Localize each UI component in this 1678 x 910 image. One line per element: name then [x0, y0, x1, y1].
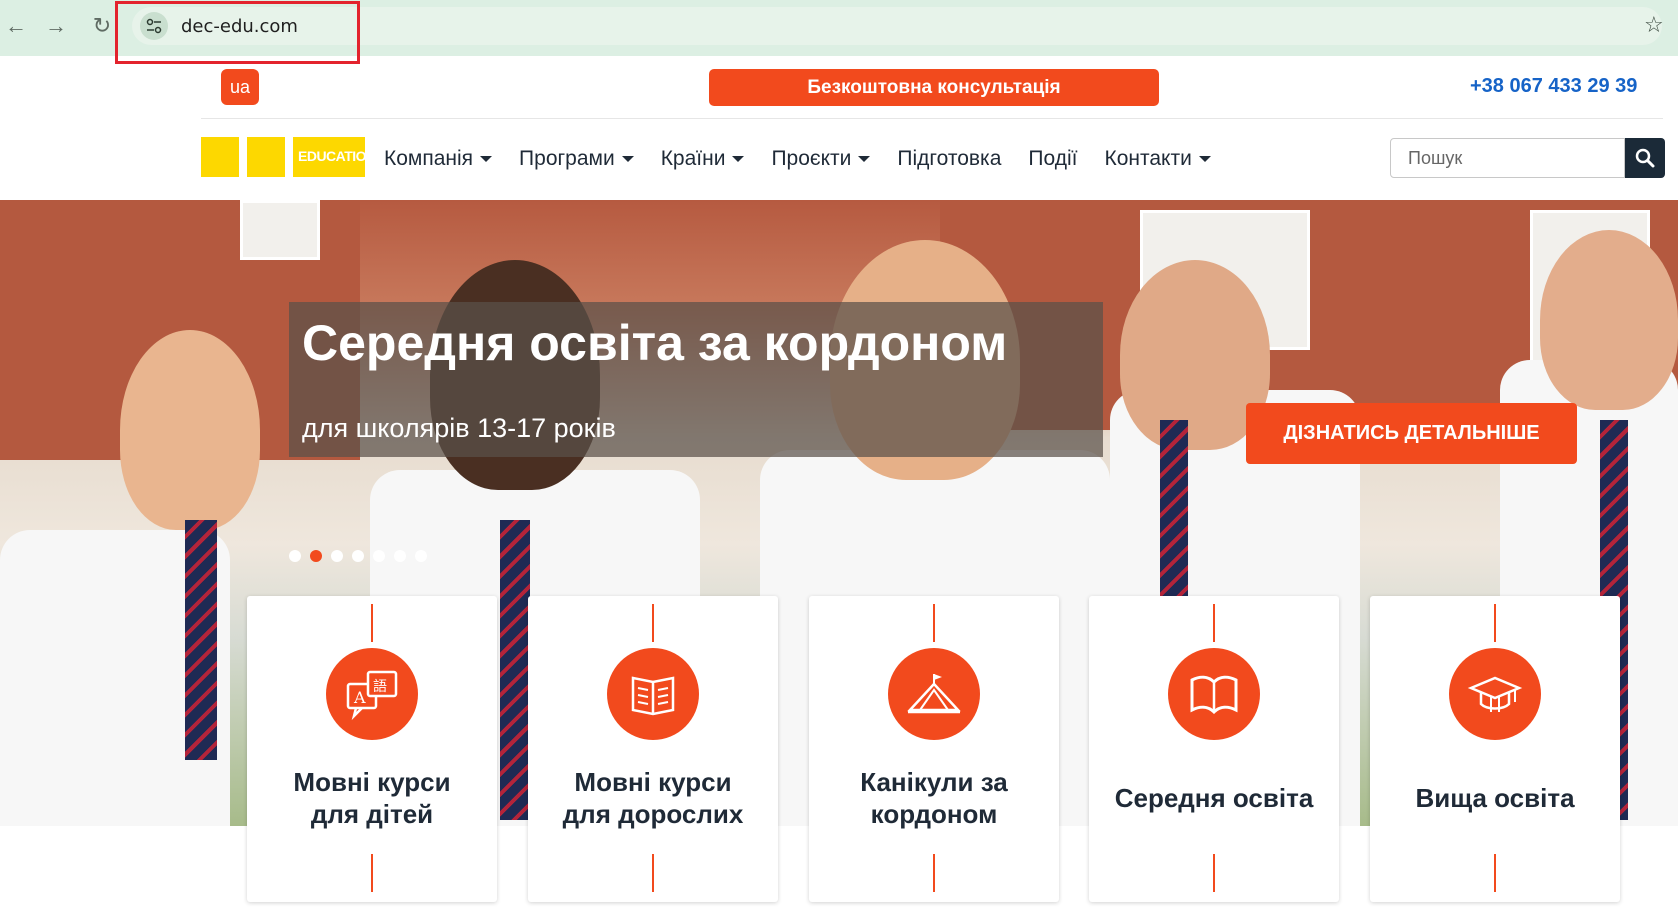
slider-dots — [289, 550, 436, 562]
card-label-line1: Вища освіта — [1415, 783, 1575, 813]
phone-link[interactable]: +38 067 433 29 39 — [1470, 75, 1637, 98]
slider-dot[interactable] — [352, 550, 364, 562]
card-accent-line — [371, 604, 373, 642]
menu-item-label: Події — [1028, 147, 1078, 170]
menu-item-label: Проєкти — [771, 147, 852, 170]
card-language-courses-adults[interactable]: Мовні курси для дорослих — [528, 596, 778, 902]
student-face — [120, 330, 260, 530]
menu-item-label: Підготовка — [897, 147, 1002, 170]
slider-dot[interactable] — [331, 550, 343, 562]
header-divider — [201, 118, 1663, 119]
svg-text:語: 語 — [373, 679, 387, 695]
menu-item-programs[interactable]: Програми — [519, 147, 634, 171]
language-translate-icon: A 語 — [326, 648, 418, 740]
logo-text: EDUCATION — [298, 148, 376, 164]
card-label-line2: для дітей — [310, 799, 434, 829]
highlight-box — [115, 1, 360, 64]
card-language-courses-kids[interactable]: A 語 Мовні курси для дітей — [247, 596, 497, 902]
logo-letter-d — [201, 137, 239, 177]
free-consultation-button[interactable]: Безкоштовна консультація — [709, 69, 1159, 106]
card-label-line1: Канікули за — [860, 767, 1008, 797]
search-button[interactable] — [1625, 138, 1665, 178]
menu-item-label: Програми — [519, 147, 615, 170]
card-accent-line — [1213, 854, 1215, 892]
card-accent-line — [371, 854, 373, 892]
school-tie — [185, 520, 217, 760]
card-label-line2: кордоном — [870, 799, 998, 829]
site-logo[interactable]: EDUCATION — [201, 137, 376, 177]
hero-subtitle: для школярів 13-17 років — [302, 413, 616, 443]
card-label-line1: Середня освіта — [1114, 783, 1314, 813]
menu-item-contacts[interactable]: Контакти — [1104, 147, 1211, 171]
caret-down-icon — [858, 156, 871, 162]
search-icon — [1635, 148, 1655, 168]
slider-dot-active[interactable] — [310, 550, 322, 562]
school-tie — [500, 520, 530, 820]
graduation-cap-icon — [1449, 648, 1541, 740]
card-accent-line — [652, 854, 654, 892]
card-label-line1: Мовні курси — [293, 767, 451, 797]
camp-tent-icon — [888, 648, 980, 740]
menu-item-company[interactable]: Компанія — [384, 147, 493, 171]
book-open-icon — [607, 648, 699, 740]
open-book-icon — [1168, 648, 1260, 740]
slider-dot[interactable] — [415, 550, 427, 562]
card-accent-line — [652, 604, 654, 642]
student-face — [1540, 230, 1678, 410]
reload-icon[interactable]: ↻ — [88, 12, 116, 40]
card-higher-education[interactable]: Вища освіта — [1370, 596, 1620, 902]
bookmark-star-icon[interactable]: ☆ — [1644, 12, 1664, 38]
card-secondary-education[interactable]: Середня освіта — [1089, 596, 1339, 902]
slider-dot[interactable] — [289, 550, 301, 562]
card-accent-line — [933, 604, 935, 642]
svg-text:A: A — [353, 688, 366, 707]
menu-item-countries[interactable]: Країни — [661, 147, 745, 171]
search-input[interactable] — [1390, 138, 1625, 178]
menu-item-projects[interactable]: Проєкти — [771, 147, 871, 171]
forward-arrow-icon[interactable]: → — [42, 12, 70, 40]
card-label-line1: Мовні курси — [574, 767, 732, 797]
card-accent-line — [1494, 604, 1496, 642]
hero-title: Середня освіта за кордоном — [302, 315, 1008, 371]
caret-down-icon — [621, 156, 634, 162]
menu-item-preparation[interactable]: Підготовка — [897, 147, 1001, 171]
card-accent-line — [933, 854, 935, 892]
caret-down-icon — [732, 156, 745, 162]
back-arrow-icon[interactable]: ← — [2, 12, 30, 40]
learn-more-button[interactable]: ДІЗНАТИСЬ ДЕТАЛЬНІШЕ — [1246, 403, 1577, 464]
logo-letter-e — [247, 137, 285, 177]
card-label-line2: для дорослих — [562, 799, 744, 829]
main-menu: Компанія Програми Країни Проєкти Підгото… — [384, 147, 1238, 171]
slider-dot[interactable] — [394, 550, 406, 562]
card-vacation-abroad[interactable]: Канікули за кордоном — [809, 596, 1059, 902]
window — [240, 200, 320, 260]
slider-dot[interactable] — [373, 550, 385, 562]
address-bar[interactable] — [132, 7, 1662, 45]
caret-down-icon — [1198, 156, 1211, 162]
menu-item-events[interactable]: Події — [1028, 147, 1077, 171]
card-accent-line — [1213, 604, 1215, 642]
language-switcher[interactable]: ua — [221, 69, 259, 105]
caret-down-icon — [480, 156, 493, 162]
menu-item-label: Компанія — [384, 147, 474, 170]
menu-item-label: Країни — [660, 147, 726, 170]
card-accent-line — [1494, 854, 1496, 892]
menu-item-label: Контакти — [1104, 147, 1192, 170]
school-tie — [1160, 420, 1188, 620]
